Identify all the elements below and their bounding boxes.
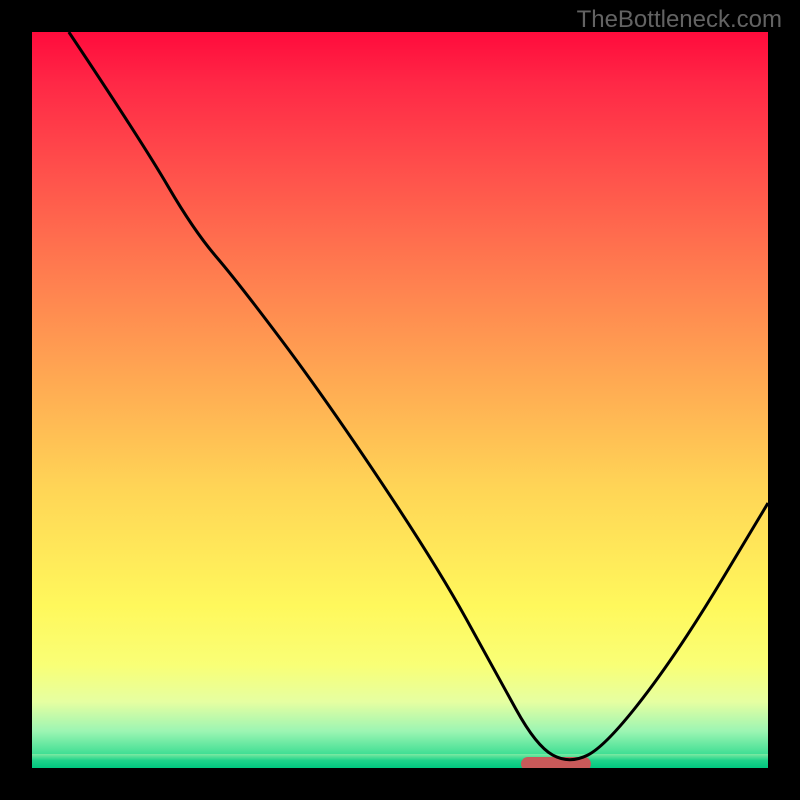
watermark-label: TheBottleneck.com (577, 6, 782, 34)
plot-area (32, 32, 768, 768)
curve-layer (32, 32, 768, 768)
bottleneck-curve-path (69, 32, 768, 760)
chart-frame: TheBottleneck.com (0, 0, 800, 800)
